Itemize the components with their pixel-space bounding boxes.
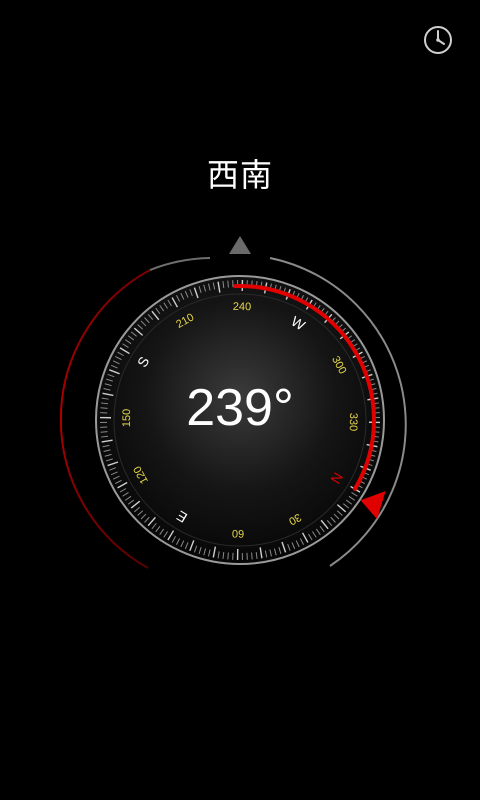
dial-number-label: 330 bbox=[347, 413, 359, 432]
dial-tick bbox=[100, 407, 108, 409]
dial-number-label: 240 bbox=[233, 301, 252, 313]
dial-tick bbox=[227, 280, 229, 288]
dial-tick bbox=[251, 552, 253, 560]
dial-number-label: 150 bbox=[121, 409, 133, 428]
heading-pointer bbox=[229, 236, 251, 254]
dial-tick bbox=[100, 431, 108, 433]
dial-number-label: 60 bbox=[232, 527, 244, 539]
dial-tick bbox=[227, 552, 229, 560]
north-marker bbox=[360, 491, 386, 520]
heading-readout: 239° bbox=[186, 379, 294, 437]
outer-ring-left-top bbox=[149, 257, 211, 271]
